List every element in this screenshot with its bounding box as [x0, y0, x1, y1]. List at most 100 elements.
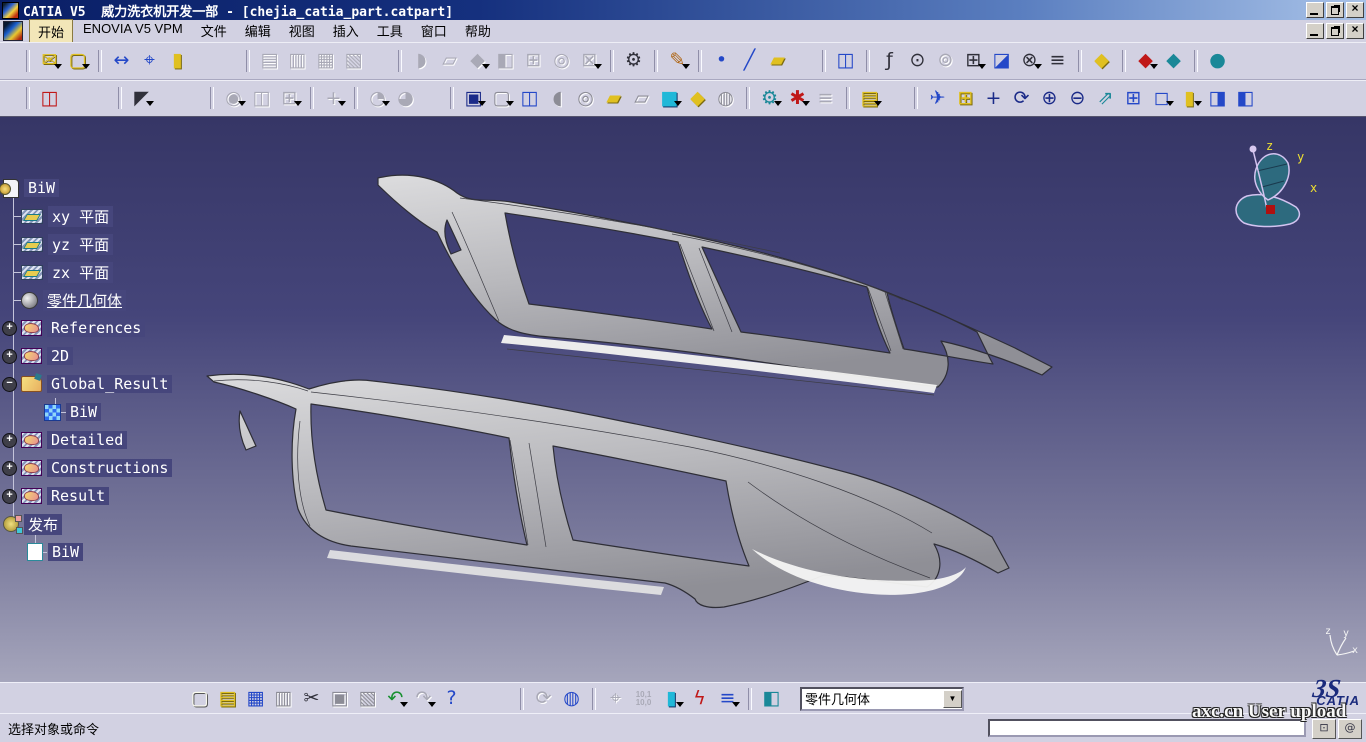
cut-icon[interactable]: ✂: [298, 685, 325, 713]
power-input-button[interactable]: @: [1338, 719, 1362, 739]
relations-icon[interactable]: ◪: [988, 47, 1015, 75]
design-table-icon[interactable]: ⊞: [960, 47, 987, 75]
extrude-surface-icon[interactable]: ◗: [408, 47, 435, 75]
axis-system-icon[interactable]: ⌖: [602, 685, 629, 713]
link-icon[interactable]: ⊚: [932, 47, 959, 75]
send-to-icon[interactable]: ✉: [36, 47, 63, 75]
child-close-button[interactable]: [1346, 23, 1364, 39]
constraint-satisfaction-icon[interactable]: ●: [1204, 47, 1231, 75]
update-icon[interactable]: ϟ: [686, 685, 713, 713]
volume-icon[interactable]: ■: [656, 84, 683, 112]
analysis-icon[interactable]: ✱: [784, 84, 811, 112]
surfaces-book-icon[interactable]: ◧: [758, 685, 785, 713]
catalog-disabled-icon[interactable]: ⟳: [530, 685, 557, 713]
open-document-icon[interactable]: ▤: [214, 685, 241, 713]
expand-toggle[interactable]: +: [2, 489, 17, 504]
restore-button[interactable]: [1326, 2, 1344, 18]
redo-icon[interactable]: ↷: [410, 685, 437, 713]
open-catalog-icon[interactable]: ◫: [36, 84, 63, 112]
combo-dropdown-button[interactable]: ▼: [943, 690, 962, 708]
blend-surface-icon[interactable]: ⊠: [576, 47, 603, 75]
tree-item-publications[interactable]: 发布: [0, 510, 230, 538]
tree-item-zx-plane[interactable]: zx 平面: [0, 258, 230, 286]
menu-tools[interactable]: 工具: [369, 19, 411, 44]
target-icon[interactable]: ◎: [548, 47, 575, 75]
tree-item-result[interactable]: + Result: [0, 482, 230, 510]
rotate-icon[interactable]: ⟳: [1008, 84, 1035, 112]
tree-item-yz-plane[interactable]: yz 平面: [0, 230, 230, 258]
catalog-browser-icon[interactable]: ▤: [256, 47, 283, 75]
hatched-sphere-icon[interactable]: ◕: [392, 84, 419, 112]
zoom-in-icon[interactable]: ⊕: [1036, 84, 1063, 112]
zoom-out-icon[interactable]: ⊖: [1064, 84, 1091, 112]
tree-item-biw-join[interactable]: BiW: [0, 398, 230, 426]
wedge-icon[interactable]: ▱: [628, 84, 655, 112]
catalog-chapter-icon[interactable]: ▥: [284, 47, 311, 75]
tree-item-biw-root[interactable]: BiW: [0, 174, 230, 202]
revolve-surface-icon[interactable]: ▱: [436, 47, 463, 75]
insert-body-icon[interactable]: ◫: [832, 47, 859, 75]
sketch-icon[interactable]: ▣: [460, 84, 487, 112]
tree-item-partbody[interactable]: 零件几何体: [0, 286, 230, 314]
part-body-tool-icon[interactable]: ▮: [658, 685, 685, 713]
expand-toggle[interactable]: +: [2, 461, 17, 476]
multi-section-icon[interactable]: ⊞: [520, 47, 547, 75]
expand-toggle[interactable]: −: [2, 377, 17, 392]
resize-panel-button[interactable]: ⊡: [1312, 719, 1336, 739]
undo-icon[interactable]: ↶: [382, 685, 409, 713]
thick-surface-icon[interactable]: ◆: [684, 84, 711, 112]
lock-icon[interactable]: ⊗: [1016, 47, 1043, 75]
c-section-icon[interactable]: ◖: [544, 84, 571, 112]
knowledge-inspector-icon[interactable]: ◆: [1088, 47, 1115, 75]
spec-tree-filter-icon[interactable]: ≡: [812, 84, 839, 112]
options-gear-icon[interactable]: ⚙: [620, 47, 647, 75]
planes-visualization-icon[interactable]: ◫: [248, 84, 275, 112]
menu-file[interactable]: 文件: [193, 19, 235, 44]
select-arrow-icon[interactable]: ◤: [128, 84, 155, 112]
pan-icon[interactable]: +: [980, 84, 1007, 112]
layers-icon[interactable]: ▤: [856, 84, 883, 112]
expand-toggle[interactable]: +: [2, 321, 17, 336]
tree-item-xy-plane[interactable]: xy 平面: [0, 202, 230, 230]
tree-item-constructions[interactable]: + Constructions: [0, 454, 230, 482]
menu-start[interactable]: 开始: [29, 19, 73, 44]
fly-mode-icon[interactable]: ✈: [924, 84, 951, 112]
viewport-3d[interactable]: z y x z y x: [0, 116, 1366, 683]
iso-view-icon[interactable]: ◻: [1148, 84, 1175, 112]
swap-visible-space-icon[interactable]: ◧: [1232, 84, 1259, 112]
menu-view[interactable]: 视图: [281, 19, 323, 44]
expand-toggle[interactable]: +: [2, 433, 17, 448]
expand-toggle[interactable]: +: [2, 349, 17, 364]
knowledge-expert-icon[interactable]: ◆: [1132, 47, 1159, 75]
equivalent-dimensions-icon[interactable]: ≡: [1044, 47, 1071, 75]
shell-icon[interactable]: ◍: [712, 84, 739, 112]
menu-insert[interactable]: 插入: [325, 19, 367, 44]
tree-item-biw-publication[interactable]: BiW: [0, 538, 230, 566]
minimize-button[interactable]: [1306, 2, 1324, 18]
sketcher-icon[interactable]: ✎: [664, 47, 691, 75]
tree-item-2d[interactable]: + 2D: [0, 342, 230, 370]
knowledge-advisor-icon[interactable]: ◆: [1160, 47, 1187, 75]
save-icon[interactable]: ▦: [242, 685, 269, 713]
render-style-icon[interactable]: ▮: [1176, 84, 1203, 112]
gears-automation-icon[interactable]: ⚙: [756, 84, 783, 112]
point-icon[interactable]: •: [708, 47, 735, 75]
catalog-component-icon[interactable]: ▧: [340, 47, 367, 75]
www-browser-icon[interactable]: ◍: [558, 685, 585, 713]
close-button[interactable]: [1346, 2, 1364, 18]
menu-help[interactable]: 帮助: [457, 19, 499, 44]
formula-icon[interactable]: ƒ: [876, 47, 903, 75]
compass-move-icon[interactable]: +: [320, 84, 347, 112]
quad-view-icon[interactable]: ⊞: [1120, 84, 1147, 112]
plane-icon[interactable]: ▰: [764, 47, 791, 75]
measure-inertia-icon[interactable]: ▮: [164, 47, 191, 75]
child-minimize-button[interactable]: [1306, 23, 1324, 39]
active-body-combo[interactable]: 零件几何体 ▼: [800, 687, 964, 711]
sphere-icon[interactable]: ◔: [364, 84, 391, 112]
paste-icon[interactable]: ▧: [354, 685, 381, 713]
tree-item-detailed[interactable]: + Detailed: [0, 426, 230, 454]
normal-view-icon[interactable]: ⇗: [1092, 84, 1119, 112]
menu-enovia[interactable]: ENOVIA V5 VPM: [75, 19, 191, 44]
comment-icon[interactable]: ⊙: [904, 47, 931, 75]
power-input-field[interactable]: [988, 719, 1306, 737]
